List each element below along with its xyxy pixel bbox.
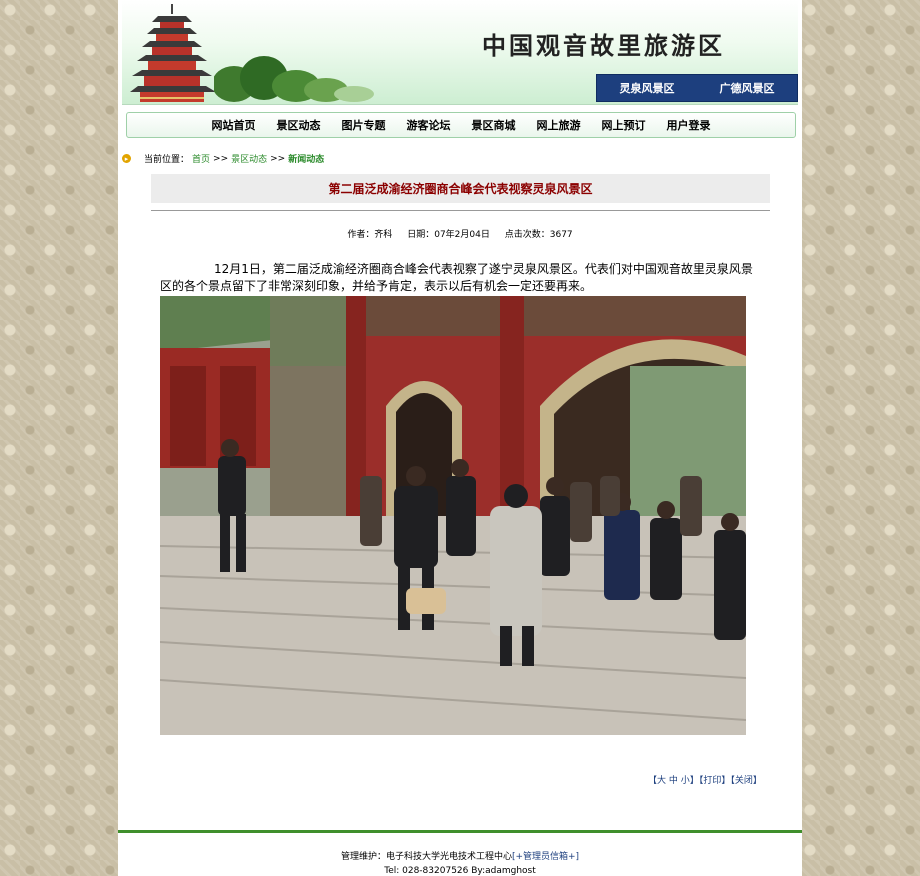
nav-home[interactable]: 网站首页 — [212, 117, 256, 133]
font-large-button[interactable]: 大 — [657, 776, 666, 786]
page-container: 中国观音故里旅游区 灵泉风景区 广德风景区 网站首页 景区动态 图片专题 游客论… — [118, 0, 802, 876]
font-medium-button[interactable]: 中 — [669, 776, 678, 786]
article-body: 12月1日，第二届泛成渝经济圈商合峰会代表视察了遂宁灵泉风景区。代表们对中国观音… — [160, 262, 753, 293]
guangde-scenic-link[interactable]: 广德风景区 — [720, 80, 775, 96]
article-title-box: 第二届泛成渝经济圈商合峰会代表视察灵泉风景区 — [151, 174, 770, 203]
footer-maintainer: 管理维护：电子科技大学光电技术工程中心 — [340, 852, 512, 862]
breadcrumb-home-link[interactable]: 首页 — [192, 152, 210, 165]
nav-login[interactable]: 用户登录 — [667, 117, 711, 133]
nav-forum[interactable]: 游客论坛 — [407, 117, 451, 133]
article-photo — [160, 296, 746, 735]
nav-online-tour[interactable]: 网上旅游 — [537, 117, 581, 133]
footer-tel: Tel: 028-83207526 By:adamghost — [384, 866, 536, 876]
scenic-area-bar: 灵泉风景区 广德风景区 — [596, 74, 798, 102]
main-nav: 网站首页 景区动态 图片专题 游客论坛 景区商城 网上旅游 网上预订 用户登录 — [126, 112, 796, 138]
breadcrumb-separator: >> — [213, 153, 229, 164]
breadcrumb-section-link[interactable]: 景区动态 — [231, 152, 267, 165]
nav-scenic-news[interactable]: 景区动态 — [277, 117, 321, 133]
nav-photo-topics[interactable]: 图片专题 — [342, 117, 386, 133]
arrow-right-icon: ▸ — [122, 154, 131, 163]
tools-close-bracket: 】 — [689, 776, 699, 786]
admin-mail-link[interactable]: [+管理员信箱+] — [512, 852, 579, 862]
nav-mall[interactable]: 景区商城 — [472, 117, 516, 133]
font-small-button[interactable]: 小 — [681, 776, 690, 786]
article-tools: 【大 中 小】【打印】【关闭】 — [648, 773, 762, 786]
breadcrumb-separator: >> — [270, 153, 286, 164]
print-button[interactable]: 【打印】 — [699, 776, 731, 786]
site-header: 中国观音故里旅游区 灵泉风景区 广德风景区 — [122, 0, 798, 105]
divider — [151, 210, 770, 211]
article-meta: 作者：齐科 日期：07年2月04日 点击次数：3677 — [118, 227, 802, 240]
article-author: 作者：齐科 — [347, 230, 393, 240]
breadcrumb-current: 新闻动态 — [288, 155, 325, 165]
pagoda-logo — [130, 4, 216, 102]
footer-maintainer-line: 管理维护：电子科技大学光电技术工程中心[+管理员信箱+] — [118, 850, 802, 864]
close-button[interactable]: 【关闭】 — [730, 776, 762, 786]
site-title: 中国观音故里旅游区 — [482, 31, 725, 60]
trees-decoration — [214, 56, 374, 102]
breadcrumb-label: 当前位置： — [144, 155, 190, 165]
breadcrumb: ▸ 当前位置： 首页 >> 景区动态 >> 新闻动态 — [122, 152, 324, 165]
article-views: 点击次数：3677 — [504, 230, 573, 240]
article-title: 第二届泛成渝经济圈商合峰会代表视察灵泉风景区 — [328, 182, 593, 196]
article-date: 日期：07年2月04日 — [407, 230, 490, 240]
site-footer: 管理维护：电子科技大学光电技术工程中心[+管理员信箱+] Tel: 028-83… — [118, 850, 802, 876]
tools-open-bracket: 【 — [648, 776, 658, 786]
nav-booking[interactable]: 网上预订 — [602, 117, 646, 133]
footer-divider — [118, 830, 802, 833]
lingquan-scenic-link[interactable]: 灵泉风景区 — [620, 80, 675, 96]
